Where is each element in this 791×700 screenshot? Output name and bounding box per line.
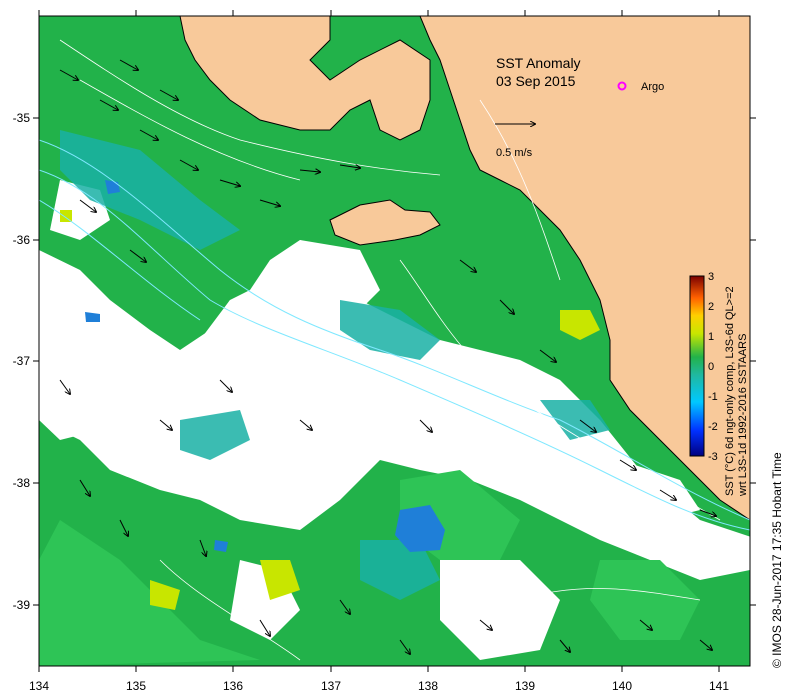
map-title: SST Anomaly xyxy=(496,55,581,71)
x-tick-140: 140 xyxy=(612,679,632,693)
vector-scale-label: 0.5 m/s xyxy=(496,147,533,159)
argo-label: Argo xyxy=(641,81,664,93)
svg-text:1: 1 xyxy=(708,331,714,343)
y-tick-37: -37 xyxy=(13,354,31,368)
svg-text:2: 2 xyxy=(708,301,714,313)
sst-map: 134 135 136 137 138 139 140 141 -35 -36 … xyxy=(13,10,784,693)
plot-area xyxy=(39,16,750,666)
x-tick-141: 141 xyxy=(709,679,729,693)
colorbar-label-2: wrt L3S-1d 1992-2016 SSTAARS xyxy=(737,334,749,497)
svg-text:-3: -3 xyxy=(708,451,718,463)
colorbar-label-1: SST (°C) 6d ngt-only comp, L3S-6d QL>=2 xyxy=(724,286,736,496)
x-tick-134: 134 xyxy=(29,679,49,693)
colorbar xyxy=(689,275,705,457)
x-tick-138: 138 xyxy=(418,679,438,693)
y-tick-35: -35 xyxy=(13,111,31,125)
map-date: 03 Sep 2015 xyxy=(496,73,576,89)
imos-credit: © IMOS 28-Jun-2017 17:35 Hobart Time xyxy=(770,452,784,668)
svg-text:0: 0 xyxy=(708,361,714,373)
y-tick-39: -39 xyxy=(13,598,31,612)
x-tick-137: 137 xyxy=(321,679,341,693)
y-tick-38: -38 xyxy=(13,476,31,490)
svg-text:-1: -1 xyxy=(708,391,718,403)
y-tick-36: -36 xyxy=(13,233,31,247)
svg-text:3: 3 xyxy=(708,271,714,283)
x-tick-139: 139 xyxy=(515,679,535,693)
svg-text:-2: -2 xyxy=(708,421,718,433)
x-tick-135: 135 xyxy=(126,679,146,693)
x-tick-136: 136 xyxy=(223,679,243,693)
